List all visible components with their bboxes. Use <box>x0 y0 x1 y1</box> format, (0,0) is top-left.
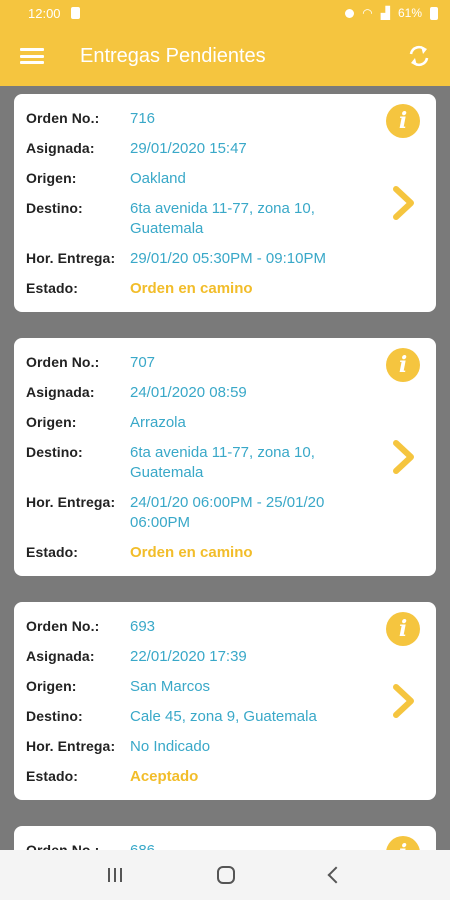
chevron-right-icon[interactable] <box>392 439 416 475</box>
origin-label: Origen: <box>26 170 77 186</box>
order-number-label: Orden No.: <box>26 110 100 126</box>
status-value: Aceptado <box>130 768 199 785</box>
destination-value: Cale 45, zona 9, Guatemala <box>130 708 317 725</box>
origin-row: Origen: San Marcos <box>26 672 376 702</box>
location-icon <box>345 8 355 18</box>
system-nav-bar <box>0 850 450 900</box>
status-label: Estado: <box>26 544 79 560</box>
destination-row: Destino: 6ta avenida 11-77, zona 10, Guat… <box>26 438 376 488</box>
hamburger-menu-icon[interactable] <box>20 46 44 66</box>
status-value: Orden en camino <box>130 544 253 561</box>
page-title: Entregas Pendientes <box>80 44 266 67</box>
order-list[interactable]: Orden No.: 716 Asignada: 29/01/2020 15:47 … <box>0 86 450 850</box>
app-bar: Entregas Pendientes <box>0 26 450 86</box>
delivery-time-row: Hor. Entrega: 24/01/20 06:00PM - 25/01/20… <box>26 488 376 538</box>
order-number-row: Orden No.: 686 <box>26 836 376 850</box>
destination-value: 6ta avenida 11-77, zona 10, Guatemala <box>130 444 315 481</box>
assigned-row: Asignada: 24/01/2020 08:59 <box>26 378 376 408</box>
status-label: Estado: <box>26 768 79 784</box>
order-number-label: Orden No.: <box>26 354 100 370</box>
battery-level: 61% <box>397 6 422 20</box>
battery-icon <box>430 6 438 20</box>
destination-label: Destino: <box>26 708 83 724</box>
order-number-value: 693 <box>130 618 156 635</box>
order-card[interactable]: Orden No.: 686 i <box>14 826 436 850</box>
assigned-label: Asignada: <box>26 648 95 664</box>
status-value: Orden en camino <box>130 280 253 297</box>
order-number-value: 716 <box>130 110 156 127</box>
info-icon[interactable]: i <box>386 104 420 138</box>
destination-row: Destino: 6ta avenida 11-77, zona 10, Guat… <box>26 194 376 244</box>
refresh-icon[interactable] <box>404 41 434 71</box>
delivery-time-row: Hor. Entrega: 29/01/20 05:30PM - 09:10PM <box>26 244 376 274</box>
assigned-label: Asignada: <box>26 140 95 156</box>
signal-icon: ▟ <box>380 6 390 20</box>
order-card[interactable]: Orden No.: 707 Asignada: 24/01/2020 08:59 … <box>14 338 436 576</box>
order-number-value: 686 <box>130 841 155 850</box>
chevron-right-icon[interactable] <box>392 185 416 221</box>
delivery-time-value: 24/01/20 06:00PM - 25/01/20 06:00PM <box>130 494 325 531</box>
delivery-time-value: 29/01/20 05:30PM - 09:10PM <box>130 250 326 267</box>
wifi-icon: ◠ <box>362 6 373 20</box>
order-card[interactable]: Orden No.: 716 Asignada: 29/01/2020 15:47 … <box>14 94 436 312</box>
order-number-label: Orden No.: <box>26 618 100 634</box>
assigned-value: 24/01/2020 08:59 <box>130 384 247 401</box>
order-number-row: Orden No.: 693 <box>26 612 376 642</box>
info-icon[interactable]: i <box>386 348 420 382</box>
status-row: Estado: Orden en camino <box>26 538 376 568</box>
assigned-value: 29/01/2020 15:47 <box>130 140 247 157</box>
origin-row: Origen: Oakland <box>26 164 376 194</box>
destination-label: Destino: <box>26 200 83 216</box>
recents-button[interactable] <box>107 868 122 882</box>
order-number-value: 707 <box>130 354 156 371</box>
order-card[interactable]: Orden No.: 693 Asignada: 22/01/2020 17:39 … <box>14 602 436 800</box>
status-row: Estado: Aceptado <box>26 762 376 792</box>
origin-value: San Marcos <box>130 678 211 695</box>
notification-icon <box>70 7 80 19</box>
assigned-row: Asignada: 29/01/2020 15:47 <box>26 134 376 164</box>
destination-row: Destino: Cale 45, zona 9, Guatemala <box>26 702 376 732</box>
back-button[interactable] <box>327 866 345 884</box>
assigned-value: 22/01/2020 17:39 <box>130 648 247 665</box>
info-icon[interactable]: i <box>386 612 420 646</box>
delivery-time-label: Hor. Entrega: <box>26 494 116 510</box>
order-number-row: Orden No.: 716 <box>26 104 376 134</box>
destination-value: 6ta avenida 11-77, zona 10, Guatemala <box>130 200 315 237</box>
delivery-time-value: No Indicado <box>130 738 211 755</box>
info-icon[interactable]: i <box>386 836 420 850</box>
delivery-time-label: Hor. Entrega: <box>26 738 116 754</box>
status-bar: 12:00 ◠ ▟ 61% <box>0 0 450 26</box>
origin-row: Origen: Arrazola <box>26 408 376 438</box>
delivery-time-label: Hor. Entrega: <box>26 250 116 266</box>
order-number-row: Orden No.: 707 <box>26 348 376 378</box>
destination-label: Destino: <box>26 444 83 460</box>
clock: 12:00 <box>28 5 61 21</box>
status-row: Estado: Orden en camino <box>26 274 376 304</box>
origin-value: Oakland <box>130 170 186 187</box>
origin-value: Arrazola <box>130 414 186 431</box>
status-label: Estado: <box>26 280 79 296</box>
origin-label: Origen: <box>26 678 77 694</box>
chevron-right-icon[interactable] <box>392 683 416 719</box>
order-number-label: Orden No.: <box>26 842 100 850</box>
assigned-label: Asignada: <box>26 384 95 400</box>
assigned-row: Asignada: 22/01/2020 17:39 <box>26 642 376 672</box>
origin-label: Origen: <box>26 414 77 430</box>
delivery-time-row: Hor. Entrega: No Indicado <box>26 732 376 762</box>
home-button[interactable] <box>216 866 235 884</box>
